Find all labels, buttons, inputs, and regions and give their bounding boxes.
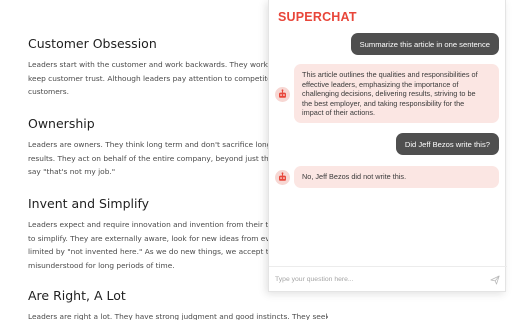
- user-message: Did Jeff Bezos write this?: [395, 133, 499, 155]
- message-list[interactable]: Summarize this article in one sentence T…: [269, 28, 507, 264]
- chat-title: SUPERCHAT: [278, 10, 357, 24]
- superchat-panel: SUPERCHAT Summarize this article in one …: [268, 0, 507, 292]
- chat-input-bar: [269, 266, 507, 292]
- chat-header: SUPERCHAT: [269, 0, 505, 28]
- bot-message-line: effective leaders, emphasizing the impor…: [302, 79, 459, 89]
- bot-message: No, Jeff Bezos did not write this.: [294, 166, 499, 188]
- robot-icon: [275, 87, 290, 102]
- user-message: Summarize this article in one sentence: [350, 33, 499, 55]
- question-input[interactable]: [275, 276, 489, 283]
- bot-message: This article outlines the qualities and …: [294, 64, 499, 123]
- send-icon[interactable]: [489, 274, 501, 286]
- section-line: Leaders are right a lot. They have stron…: [28, 312, 328, 320]
- article-section: Are Right, A Lot Leaders are right a lot…: [28, 288, 328, 320]
- bot-message-line: the best employer, and taking responsibi…: [302, 98, 465, 108]
- bot-message-line: This article outlines the qualities and …: [302, 70, 478, 79]
- bot-message-line: challenging decisions, delivering result…: [302, 89, 476, 99]
- bot-message-line: impact of their actions.: [302, 108, 376, 118]
- robot-icon: [275, 170, 290, 185]
- bot-message-line: No, Jeff Bezos did not write this.: [302, 172, 407, 182]
